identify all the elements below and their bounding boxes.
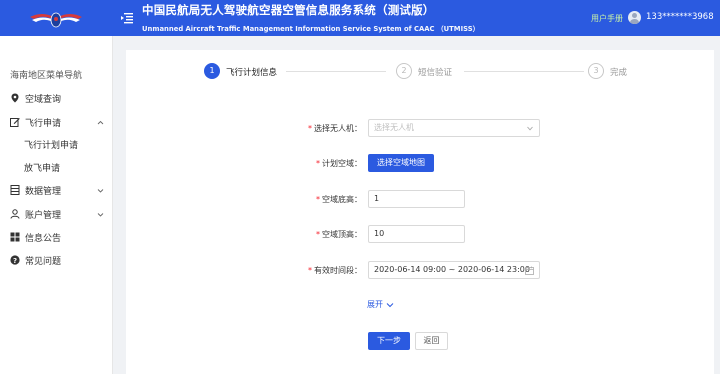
calendar-icon [525, 266, 534, 275]
airspace-label: * 计划空域： [316, 159, 362, 168]
caac-logo-icon [30, 12, 82, 28]
main-content: 1 飞行计划信息 2 短信验证 3 完成 * 选择无人机： 选择无人机 * 计划空域… [126, 50, 714, 374]
step-1-label: 飞行计划信息 [226, 68, 278, 78]
svg-text:?: ? [13, 257, 17, 265]
drone-label: * 选择无人机： [308, 124, 362, 133]
sidebar-item-label: 常见问题 [25, 257, 62, 267]
sidebar-item-label: 空域查询 [25, 95, 62, 105]
location-pin-icon [11, 93, 19, 103]
bottom-altitude-input[interactable]: 1 [368, 190, 465, 208]
top-altitude-input[interactable]: 10 [368, 225, 465, 243]
sidebar-item-label: 数据管理 [25, 187, 62, 197]
sidebar-item-label: 账户管理 [25, 211, 62, 221]
question-icon: ? [10, 255, 20, 265]
back-button[interactable]: 返回 [415, 332, 448, 350]
sidebar-item-airspace-query[interactable]: 空域查询 [0, 88, 112, 108]
chevron-down-icon [527, 126, 533, 131]
chevron-down-icon [97, 189, 104, 193]
sidebar-item-faq[interactable]: ? 常见问题 [0, 250, 112, 270]
expand-link[interactable]: 展开 [367, 299, 394, 310]
chevron-up-icon [97, 120, 104, 125]
step-3-label: 完成 [610, 68, 628, 78]
step-connector [464, 71, 584, 72]
chevron-down-icon [97, 213, 104, 217]
sidebar-subitem-label: 放飞申请 [24, 164, 61, 174]
top-altitude-label: * 空域顶高： [316, 230, 362, 239]
user-manual-link[interactable]: 用户手册 [591, 13, 623, 24]
bottom-altitude-label: * 空域底高： [316, 195, 362, 204]
sidebar-subitem-flight-plan[interactable]: 飞行计划申请 [0, 135, 112, 153]
step-3-indicator: 3 [588, 63, 604, 79]
step-2-indicator: 2 [396, 63, 412, 79]
sidebar-item-data-management[interactable]: 数据管理 [0, 180, 112, 200]
step-connector [286, 71, 386, 72]
menu-fold-icon[interactable] [121, 12, 133, 24]
data-icon [10, 185, 20, 195]
user-phone[interactable]: 133*******3968 [646, 12, 714, 22]
sidebar-item-account-management[interactable]: 账户管理 [0, 204, 112, 224]
top-header: 中国民航局无人驾驶航空器空管信息服务系统（测试版） Unmanned Aircr… [0, 0, 720, 36]
edit-icon [10, 118, 20, 127]
system-subtitle: Unmanned Aircraft Traffic Management Inf… [142, 25, 480, 33]
sidebar-item-label: 飞行申请 [25, 119, 62, 129]
sidebar-title: 海南地区菜单导航 [10, 71, 83, 81]
sidebar-item-announcements[interactable]: 信息公告 [0, 227, 112, 247]
step-2-label: 短信验证 [418, 68, 453, 78]
drone-select[interactable]: 选择无人机 [368, 119, 540, 137]
system-title: 中国民航局无人驾驶航空器空管信息服务系统（测试版） [142, 3, 435, 17]
user-icon [10, 209, 20, 219]
select-airspace-map-button[interactable]: 选择空域地图 [368, 154, 434, 172]
step-1-indicator: 1 [204, 63, 220, 79]
time-range-picker[interactable]: 2020-06-14 09:00 ~ 2020-06-14 23:00 [368, 261, 540, 279]
grid-icon [10, 232, 20, 242]
user-avatar[interactable] [628, 11, 641, 24]
sidebar-item-flight-application[interactable]: 飞行申请 [0, 112, 112, 132]
sidebar-item-label: 信息公告 [25, 234, 62, 244]
sidebar-subitem-release[interactable]: 放飞申请 [0, 158, 112, 176]
sidebar-subitem-label: 飞行计划申请 [24, 141, 79, 151]
next-step-button[interactable]: 下一步 [368, 332, 410, 350]
time-range-label: * 有效时间段： [308, 266, 362, 275]
sidebar: 海南地区菜单导航 空域查询 飞行申请 飞行计划申请 放飞申请 数据管理 账户管理… [0, 36, 113, 374]
chevron-down-icon [386, 302, 393, 307]
